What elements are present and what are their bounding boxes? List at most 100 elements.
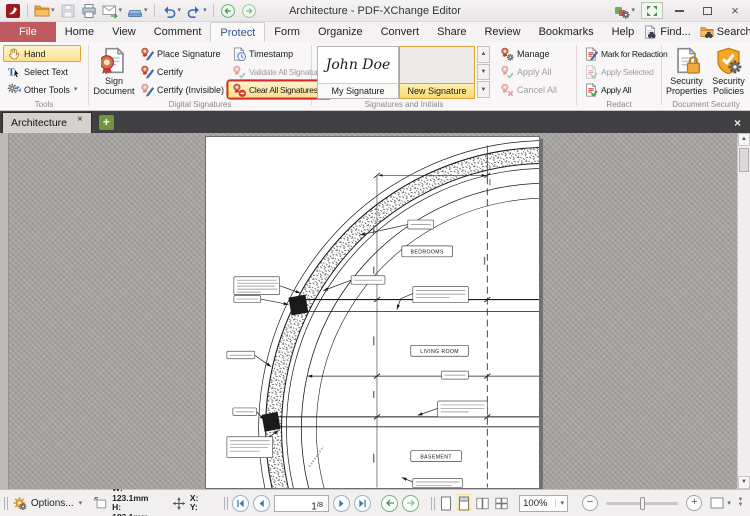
scan-button[interactable]: ▾ bbox=[125, 2, 150, 20]
undo-button[interactable]: ▾ bbox=[159, 2, 184, 20]
certify-label: Certify bbox=[157, 67, 183, 77]
gallery-more-button[interactable]: ▼ bbox=[477, 81, 490, 98]
left-pane-grip[interactable] bbox=[0, 133, 9, 489]
place-signature-button[interactable]: Place Signature bbox=[136, 45, 228, 62]
redo-dropdown-caret[interactable]: ▾ bbox=[203, 7, 207, 14]
minimize-button[interactable] bbox=[667, 2, 691, 19]
group-label-signatures-initials: Signatures and Initials bbox=[312, 100, 496, 109]
new-signature-label: New Signature bbox=[400, 83, 474, 98]
email-button[interactable]: ▾ bbox=[100, 2, 125, 20]
pdf-page[interactable]: BEDROOMS LIVING ROOM BASEMENT bbox=[205, 136, 540, 489]
tab-comment[interactable]: Comment bbox=[145, 22, 211, 42]
apply-all-signatures-button[interactable]: Apply All bbox=[496, 63, 561, 80]
tab-organize[interactable]: Organize bbox=[309, 22, 372, 42]
view-back-button[interactable] bbox=[381, 495, 398, 512]
document-tab-close-icon[interactable]: × bbox=[77, 113, 83, 126]
cancel-all-signatures-button[interactable]: Cancel All bbox=[496, 81, 561, 98]
manage-label: Manage bbox=[517, 49, 550, 59]
scan-dropdown-caret[interactable]: ▾ bbox=[144, 7, 148, 14]
fullscreen-button[interactable] bbox=[641, 2, 663, 19]
open-button[interactable]: ▾ bbox=[32, 2, 57, 20]
ui-options-caret[interactable]: ▾ bbox=[631, 7, 635, 14]
ribbon-protect: Hand T Select Text Other Tools bbox=[0, 42, 750, 111]
tab-share[interactable]: Share bbox=[428, 22, 475, 42]
layout-two-pages-continuous-button[interactable] bbox=[494, 494, 509, 512]
options-caret[interactable]: ▾ bbox=[79, 500, 83, 507]
next-page-button[interactable] bbox=[333, 495, 350, 512]
gallery-scroll-down-button[interactable]: ▼ bbox=[477, 64, 490, 81]
place-signature-label: Place Signature bbox=[157, 49, 221, 59]
vertical-scrollbar[interactable]: ▲ ▼ bbox=[737, 133, 750, 489]
layout-single-page-button[interactable] bbox=[439, 494, 453, 512]
scroll-down-button[interactable]: ▼ bbox=[738, 476, 750, 489]
divider bbox=[27, 4, 28, 17]
new-signature-cell[interactable]: New Signature bbox=[399, 46, 475, 99]
status-bar: Options... ▾ W: 123.1mm H: 183.1mm X: Y:… bbox=[0, 489, 750, 516]
zoom-in-button[interactable]: + bbox=[686, 495, 702, 511]
save-button[interactable] bbox=[58, 2, 78, 20]
tab-home[interactable]: Home bbox=[56, 22, 103, 42]
mark-for-redaction-button[interactable]: Mark for Redaction bbox=[580, 45, 671, 62]
new-tab-button[interactable]: + bbox=[99, 115, 114, 130]
apply-all-redactions-button[interactable]: Apply All bbox=[580, 81, 671, 98]
print-button[interactable] bbox=[79, 2, 99, 20]
page-number-input[interactable]: 1/8 bbox=[274, 495, 329, 512]
tab-review[interactable]: Review bbox=[475, 22, 529, 42]
certify-invisible-button[interactable]: Certify (Invisible) bbox=[136, 81, 228, 98]
zoom-caret[interactable]: ▾ bbox=[555, 499, 564, 507]
redo-button[interactable]: ▾ bbox=[184, 2, 209, 20]
security-properties-label: Security Properties bbox=[665, 76, 708, 97]
history-forward-button[interactable] bbox=[239, 2, 259, 20]
my-signature-cell[interactable]: John Doe My Signature bbox=[317, 46, 399, 99]
fit-page-button[interactable]: ▾ bbox=[710, 497, 731, 509]
tab-help[interactable]: Help bbox=[603, 22, 644, 42]
sign-document-button[interactable]: Sign Document bbox=[92, 45, 136, 97]
undo-dropdown-caret[interactable]: ▾ bbox=[178, 7, 182, 14]
tab-view[interactable]: View bbox=[103, 22, 145, 42]
tab-form[interactable]: Form bbox=[265, 22, 309, 42]
tab-file[interactable]: File bbox=[0, 22, 56, 42]
layout-continuous-button[interactable] bbox=[457, 494, 471, 512]
first-page-button[interactable] bbox=[232, 495, 249, 512]
view-forward-button[interactable] bbox=[402, 495, 419, 512]
select-text-button[interactable]: T Select Text bbox=[3, 63, 81, 80]
other-tools-caret[interactable]: ▾ bbox=[74, 86, 78, 93]
zoom-level-select[interactable]: 100% ▾ bbox=[519, 495, 568, 512]
statusbar-expand-icon[interactable]: ▼▼ bbox=[735, 498, 746, 508]
document-tab-architecture[interactable]: Architecture × bbox=[2, 112, 92, 133]
security-policies-button[interactable]: Security Policies bbox=[708, 45, 749, 97]
ui-options-icon[interactable]: ▾ bbox=[612, 2, 637, 20]
manage-signatures-button[interactable]: Manage bbox=[496, 45, 561, 62]
room-label-bedrooms: BEDROOMS bbox=[411, 250, 444, 256]
close-button[interactable]: × bbox=[723, 2, 747, 19]
fit-page-caret[interactable]: ▾ bbox=[727, 500, 731, 507]
zoom-slider[interactable] bbox=[606, 502, 678, 505]
scrollbar-thumb[interactable] bbox=[739, 148, 749, 172]
search-button[interactable]: Search... bbox=[700, 25, 750, 39]
gallery-scroll-up-button[interactable]: ▲ bbox=[477, 46, 490, 63]
security-properties-button[interactable]: Security Properties bbox=[665, 45, 708, 97]
tab-protect[interactable]: Protect bbox=[210, 22, 265, 42]
tab-bookmarks[interactable]: Bookmarks bbox=[530, 22, 603, 42]
tab-convert[interactable]: Convert bbox=[372, 22, 429, 42]
maximize-button[interactable] bbox=[695, 2, 719, 19]
previous-page-button[interactable] bbox=[253, 495, 270, 512]
layout-two-pages-button[interactable] bbox=[475, 494, 490, 512]
scroll-up-button[interactable]: ▲ bbox=[738, 133, 750, 146]
find-button[interactable]: Find... bbox=[643, 25, 691, 39]
open-dropdown-caret[interactable]: ▾ bbox=[51, 7, 55, 14]
apply-selected-redaction-button[interactable]: Apply Selected bbox=[580, 63, 671, 80]
close-document-button[interactable]: × bbox=[734, 116, 750, 133]
email-dropdown-caret[interactable]: ▾ bbox=[119, 7, 123, 14]
zoom-slider-thumb[interactable] bbox=[640, 497, 645, 510]
other-tools-button[interactable]: Other Tools ▾ bbox=[3, 81, 81, 98]
zoom-out-button[interactable]: − bbox=[582, 495, 598, 511]
hand-tool-button[interactable]: Hand bbox=[3, 45, 81, 62]
certify-button[interactable]: Certify bbox=[136, 63, 228, 80]
document-canvas[interactable]: BEDROOMS LIVING ROOM BASEMENT bbox=[0, 133, 750, 489]
options-button[interactable]: Options... bbox=[31, 498, 74, 509]
apply-all-label: Apply All bbox=[517, 67, 552, 77]
history-back-button[interactable] bbox=[218, 2, 238, 20]
apply-all-redactions-icon bbox=[584, 83, 598, 97]
last-page-button[interactable] bbox=[354, 495, 371, 512]
